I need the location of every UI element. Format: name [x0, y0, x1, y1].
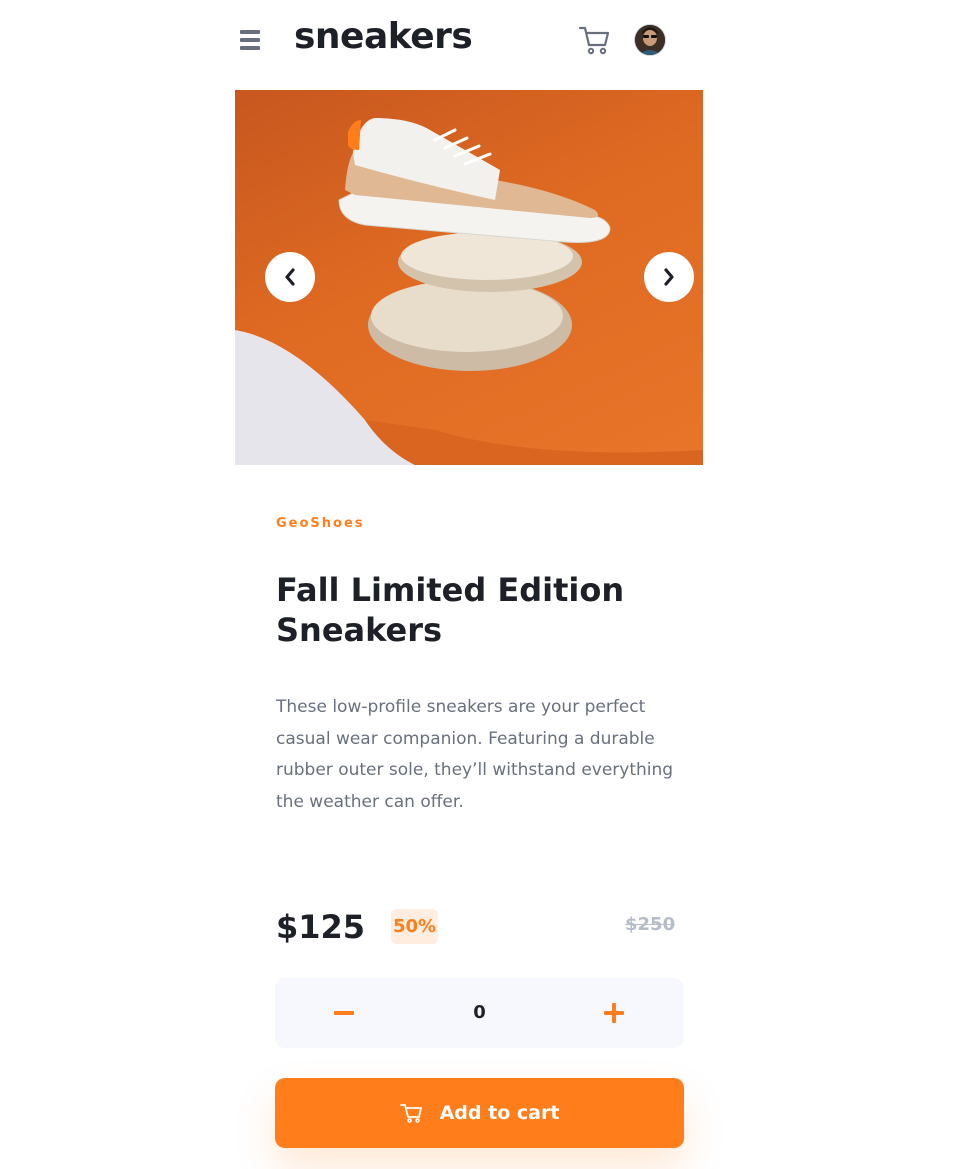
product-title: Fall Limited Edition Sneakers [276, 571, 625, 649]
next-image-button[interactable] [644, 252, 694, 302]
site-header: sneakers [235, 0, 703, 80]
decrease-quantity-button[interactable] [314, 978, 374, 1048]
quantity-value: 0 [473, 1002, 486, 1023]
current-price: $125 [276, 908, 366, 946]
add-to-cart-button[interactable]: Add to cart [275, 1078, 684, 1148]
brand-name: GeoShoes [276, 516, 365, 531]
product-description: These low-profile sneakers are your perf… [276, 697, 674, 812]
plus-icon [604, 1003, 624, 1023]
minus-icon [334, 1011, 354, 1015]
site-logo[interactable]: sneakers [294, 16, 473, 57]
cart-icon [399, 1104, 422, 1123]
product-image [235, 90, 703, 465]
chevron-left-icon [285, 268, 295, 286]
discount-badge: 50% [391, 909, 438, 944]
original-price: $250 [625, 914, 676, 935]
increase-quantity-button[interactable] [584, 978, 644, 1048]
previous-image-button[interactable] [265, 252, 315, 302]
user-avatar[interactable] [635, 25, 665, 55]
chevron-right-icon [664, 268, 674, 286]
quantity-stepper: 0 [275, 978, 684, 1048]
cart-icon[interactable] [578, 25, 610, 55]
hamburger-menu-icon[interactable] [240, 30, 260, 50]
add-to-cart-label: Add to cart [439, 1102, 560, 1124]
